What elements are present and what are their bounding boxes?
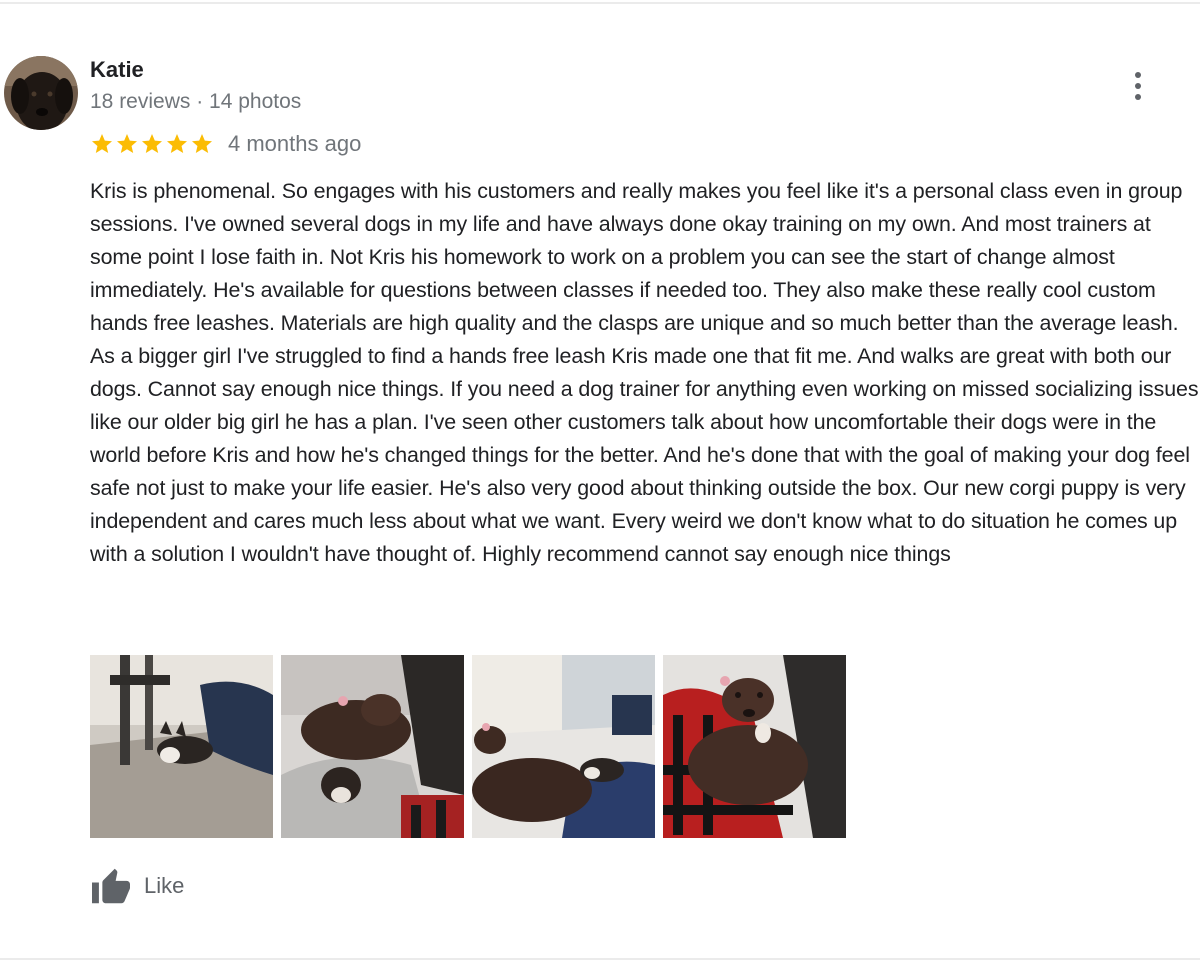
reviewer-name[interactable]: Katie <box>90 56 144 84</box>
review-photo-4[interactable] <box>663 655 846 838</box>
star-icon <box>167 134 187 153</box>
review-photo-1[interactable] <box>90 655 273 838</box>
more-vert-icon-dot <box>1135 83 1141 89</box>
more-vert-icon-dot <box>1135 94 1141 100</box>
review-photo-2[interactable] <box>281 655 464 838</box>
star-icon <box>142 134 162 153</box>
star-icon <box>92 134 112 153</box>
review-photo-3[interactable] <box>472 655 655 838</box>
bottom-divider <box>0 958 1200 960</box>
like-button[interactable]: Like <box>90 866 184 906</box>
reviewer-meta: 18 reviews · 14 photos <box>90 90 302 113</box>
review-photos <box>90 655 846 838</box>
top-divider <box>0 2 1200 4</box>
star-icon <box>192 134 212 153</box>
more-options-button[interactable] <box>1120 66 1156 106</box>
reviewer-avatar[interactable] <box>4 56 78 130</box>
rating-row: 4 months ago <box>90 128 361 160</box>
review-text: Kris is phenomenal. So engages with his … <box>90 179 1199 566</box>
like-label: Like <box>144 873 185 898</box>
star-icon <box>117 134 137 153</box>
more-vert-icon <box>1135 72 1141 78</box>
review-date: 4 months ago <box>228 131 362 156</box>
star-rating <box>90 132 214 156</box>
thumb-up-icon <box>92 868 130 904</box>
